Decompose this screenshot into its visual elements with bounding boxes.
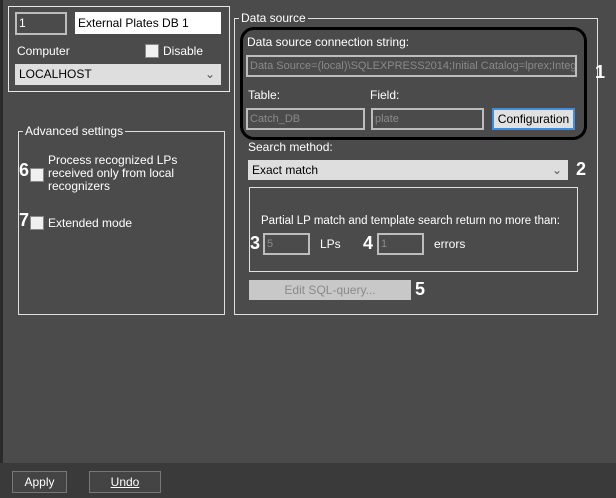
general-panel: 1 External Plates DB 1 Computer Disable …: [8, 6, 230, 92]
table-input[interactable]: Catch_DB: [246, 108, 365, 130]
partial-match-group: [249, 187, 578, 272]
name-input[interactable]: External Plates DB 1: [75, 12, 221, 34]
errors-label: errors: [434, 237, 466, 251]
footer-bar: Apply Undo: [0, 463, 616, 498]
callout-7: 7: [19, 210, 30, 230]
field-input[interactable]: plate: [371, 108, 484, 130]
field-label: Field:: [370, 88, 400, 102]
disable-checkbox[interactable]: [145, 44, 159, 58]
conn-string-label: Data source connection string:: [247, 35, 410, 49]
partial-match-text: Partial LP match and template search ret…: [261, 215, 560, 227]
search-method-select[interactable]: Exact match ⌄: [248, 160, 568, 180]
lps-label: LPs: [320, 237, 341, 251]
undo-button[interactable]: Undo: [89, 471, 161, 493]
apply-button[interactable]: Apply: [12, 471, 67, 493]
chevron-down-icon: ⌄: [204, 67, 215, 81]
computer-select[interactable]: LOCALHOST ⌄: [15, 64, 221, 85]
errors-input[interactable]: 1: [377, 233, 424, 255]
callout-5: 5: [415, 279, 426, 299]
id-input[interactable]: 1: [15, 12, 67, 35]
computer-label: Computer: [17, 44, 70, 58]
extended-mode-label: Extended mode: [48, 216, 133, 230]
left-edge: [0, 0, 3, 498]
data-source-title: Data source: [239, 11, 308, 25]
advanced-settings-group: Advanced settings 6 Process recognized L…: [18, 124, 225, 315]
process-local-label: Process recognized LPs received only fro…: [48, 153, 178, 193]
search-method-label: Search method:: [248, 140, 333, 154]
extended-mode-checkbox[interactable]: [30, 216, 44, 230]
configuration-button[interactable]: Configuration: [492, 108, 575, 130]
search-method-value: Exact match: [252, 163, 319, 177]
callout-4: 4: [363, 233, 374, 253]
advanced-settings-title: Advanced settings: [23, 124, 126, 138]
edit-sql-button[interactable]: Edit SQL-query...: [249, 280, 411, 300]
callout-6: 6: [19, 160, 30, 180]
callout-3: 3: [250, 233, 261, 253]
table-label: Table:: [248, 88, 281, 102]
callout-1: 1: [595, 62, 606, 82]
callout-2: 2: [576, 159, 587, 179]
disable-label: Disable: [163, 44, 204, 58]
lps-input[interactable]: 5: [263, 233, 310, 255]
computer-value: LOCALHOST: [19, 67, 92, 81]
process-local-checkbox[interactable]: [30, 168, 44, 182]
conn-string-input[interactable]: Data Source=(local)\SQLEXPRESS2014;Initi…: [246, 55, 577, 77]
chevron-down-icon: ⌄: [551, 163, 562, 177]
